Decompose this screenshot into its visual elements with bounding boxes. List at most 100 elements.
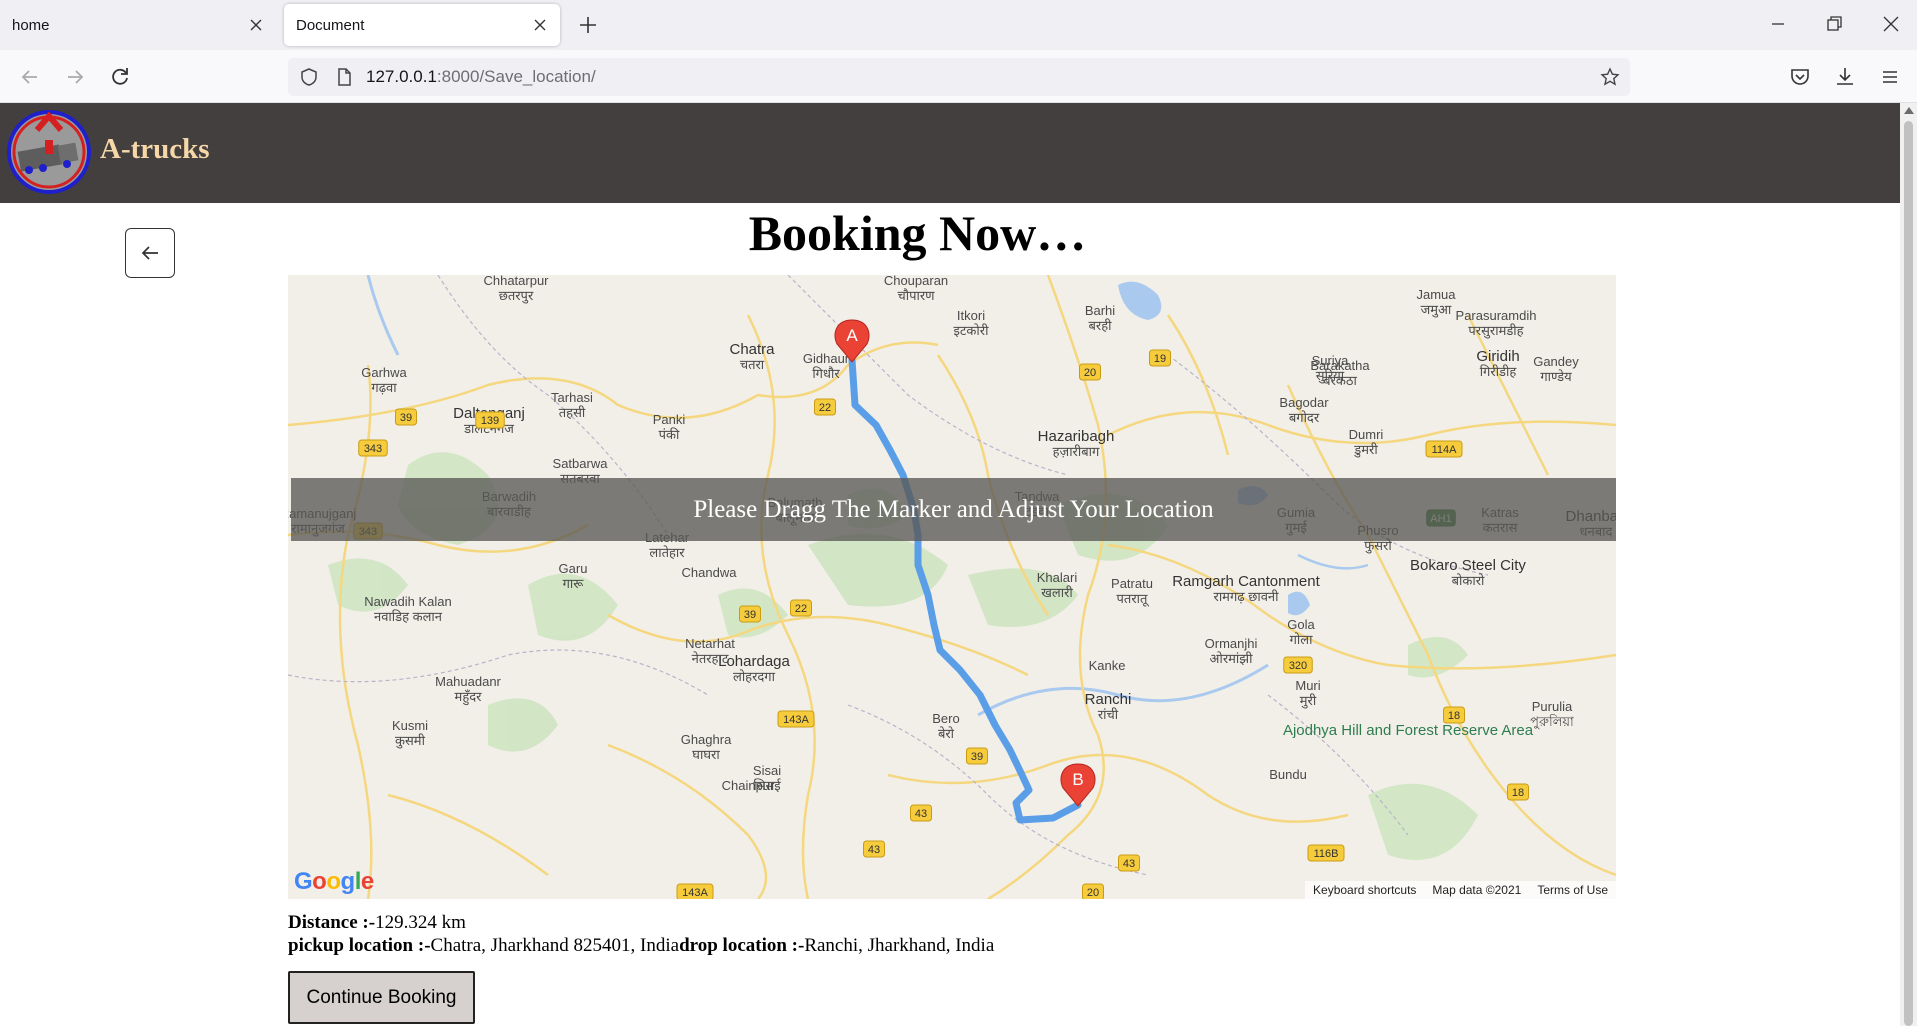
map-place-mahuadanr: Mahuadanrमहुँदर (435, 674, 501, 706)
place-local-name: बगोदर (1289, 410, 1320, 425)
google-logo[interactable]: Google (294, 868, 374, 896)
place-local-name: छतरपुर (499, 288, 534, 304)
place-name: Gidhaur (803, 351, 850, 366)
svg-text:20: 20 (1084, 367, 1096, 379)
place-name: Satbarwa (553, 456, 609, 471)
place-name: Purulia (1532, 699, 1573, 714)
highway-shield-114a: 114A (1425, 440, 1463, 458)
truck-logo-icon[interactable] (7, 110, 92, 195)
brand-name[interactable]: A-trucks (100, 133, 210, 166)
url-text[interactable]: 127.0.0.1:8000/Save_location/ (366, 67, 596, 87)
svg-text:39: 39 (971, 751, 983, 763)
page-icon[interactable] (334, 67, 354, 87)
close-tab-icon[interactable] (246, 15, 266, 35)
scrollbar-thumb[interactable] (1904, 121, 1913, 1026)
place-local-name: हज़ारीबाग (1053, 444, 1100, 459)
place-local-name: इटकोरी (954, 323, 990, 338)
place-local-name: बोकारो (1452, 573, 1485, 588)
highway-shield-143a: 143A (777, 710, 815, 728)
place-name: Barakatha (1310, 358, 1370, 373)
place-name: Kanke (1089, 658, 1126, 673)
map-place-gandey: Gandeyगाण्डेय (1533, 354, 1579, 384)
terms-of-use-link[interactable]: Terms of Use (1529, 883, 1616, 897)
address-bar[interactable]: 127.0.0.1:8000/Save_location/ (288, 58, 1630, 96)
place-name: Mahuadanr (435, 674, 501, 689)
close-window-icon[interactable] (1879, 12, 1903, 36)
place-local-name: चौपारण (897, 288, 935, 303)
highway-shield-320: 320 (1283, 656, 1313, 674)
map-place-tarhasi: Tarhasiतहसी (551, 390, 593, 420)
forward-arrow-icon[interactable] (62, 64, 88, 90)
highway-shield-143a: 143A (676, 883, 714, 899)
place-name: Nawadih Kalan (364, 594, 451, 609)
highway-shield-39: 39 (739, 605, 761, 623)
place-name: Bundu (1269, 767, 1307, 782)
map-place-ormanjhi: Ormanjhiओरमांझी (1205, 636, 1258, 666)
tab-home[interactable]: home (0, 4, 276, 46)
place-name: Barhi (1085, 303, 1115, 318)
reload-icon[interactable] (107, 64, 133, 90)
place-name: Chatra (729, 341, 775, 358)
new-tab-icon[interactable] (576, 13, 600, 37)
place-local-name: गढ़वा (371, 380, 397, 395)
scroll-up-icon[interactable] (1904, 107, 1914, 114)
map-place-itkori: Itkoriइटकोरी (954, 308, 990, 338)
close-tab-icon[interactable] (530, 15, 550, 35)
minimize-icon[interactable] (1766, 12, 1790, 36)
map-place-ajodhya-hill-and-forest-reserve-area: Ajodhya Hill and Forest Reserve Area (1283, 722, 1534, 739)
place-name: Hazaribagh (1038, 428, 1115, 445)
map-place-nawadih-kalan: Nawadih Kalanनवाडिह कलान (364, 594, 451, 624)
place-local-name: घाघरा (692, 747, 720, 762)
menu-icon[interactable] (1877, 64, 1903, 90)
place-local-name: गाण्डेय (1540, 369, 1572, 384)
map-place-jamua: Jamuaजमुआ (1416, 287, 1456, 318)
place-name: Panki (653, 412, 686, 427)
place-name: Giridih (1476, 348, 1519, 365)
place-local-name: महुँदर (455, 689, 483, 706)
svg-text:18: 18 (1512, 787, 1524, 799)
place-name: Lohardaga (718, 653, 790, 670)
download-icon[interactable] (1832, 64, 1858, 90)
pickup-value: Chatra, Jharkhand 825401, India (430, 935, 680, 956)
place-name: Bokaro Steel City (1410, 557, 1526, 574)
tab-document[interactable]: Document (284, 4, 560, 46)
highway-shield-19: 19 (1149, 349, 1171, 367)
map-place-gidhaur: Gidhaurगिधौर (803, 351, 850, 381)
keyboard-shortcuts-link[interactable]: Keyboard shortcuts (1305, 883, 1424, 897)
map-place-kanke: Kanke (1089, 658, 1126, 673)
route-map[interactable]: Chhatarpur छतरपुर Chouparan चौपारण Itkori इटक… (288, 275, 1616, 899)
highway-shield-22: 22 (814, 398, 836, 416)
map-place-giridih: Giridihगिरीडीह (1476, 348, 1519, 379)
place-local-name: गिधौर (812, 366, 840, 381)
restore-icon[interactable] (1822, 12, 1846, 36)
continue-booking-button[interactable]: Continue Booking (288, 971, 475, 1024)
place-name: Dumri (1349, 427, 1384, 442)
site-header: A-trucks (0, 103, 1900, 203)
pocket-icon[interactable] (1787, 64, 1813, 90)
svg-text:39: 39 (744, 609, 756, 621)
page-scrollbar[interactable] (1900, 103, 1917, 1026)
map-attribution: Keyboard shortcuts Map data ©2021 Terms … (1305, 881, 1616, 899)
map-place-chainpur: Chainpur (722, 778, 775, 793)
highway-shield-343: 343 (358, 439, 388, 457)
back-arrow-icon[interactable] (17, 64, 43, 90)
svg-text:19: 19 (1154, 353, 1166, 365)
distance-value: 129.324 km (375, 912, 466, 933)
shield-icon[interactable] (299, 67, 319, 87)
map-place-chandwa: Chandwa (682, 565, 738, 580)
place-name: Parasuramdih (1456, 308, 1537, 323)
map-place-kusmi: Kusmiकुसमी (392, 718, 428, 749)
highway-shield-43: 43 (910, 804, 932, 822)
map-canvas[interactable]: ChhatarpurछतरपुरChouparanचौपारणItkoriइटक… (288, 275, 1616, 899)
map-marker-b[interactable]: B (1060, 763, 1096, 807)
place-name: Gandey (1533, 354, 1579, 369)
place-name: Chhatarpur (483, 275, 549, 288)
map-place-panki: Pankiपंकी (653, 412, 686, 442)
svg-text:43: 43 (1123, 858, 1135, 870)
place-name: Ghaghra (681, 732, 732, 747)
svg-text:20: 20 (1087, 887, 1099, 899)
browser-nav-bar: 127.0.0.1:8000/Save_location/ (0, 50, 1917, 103)
bookmark-star-icon[interactable] (1600, 67, 1620, 87)
highway-shield-20: 20 (1079, 363, 1101, 381)
tab-label: Document (296, 16, 365, 34)
